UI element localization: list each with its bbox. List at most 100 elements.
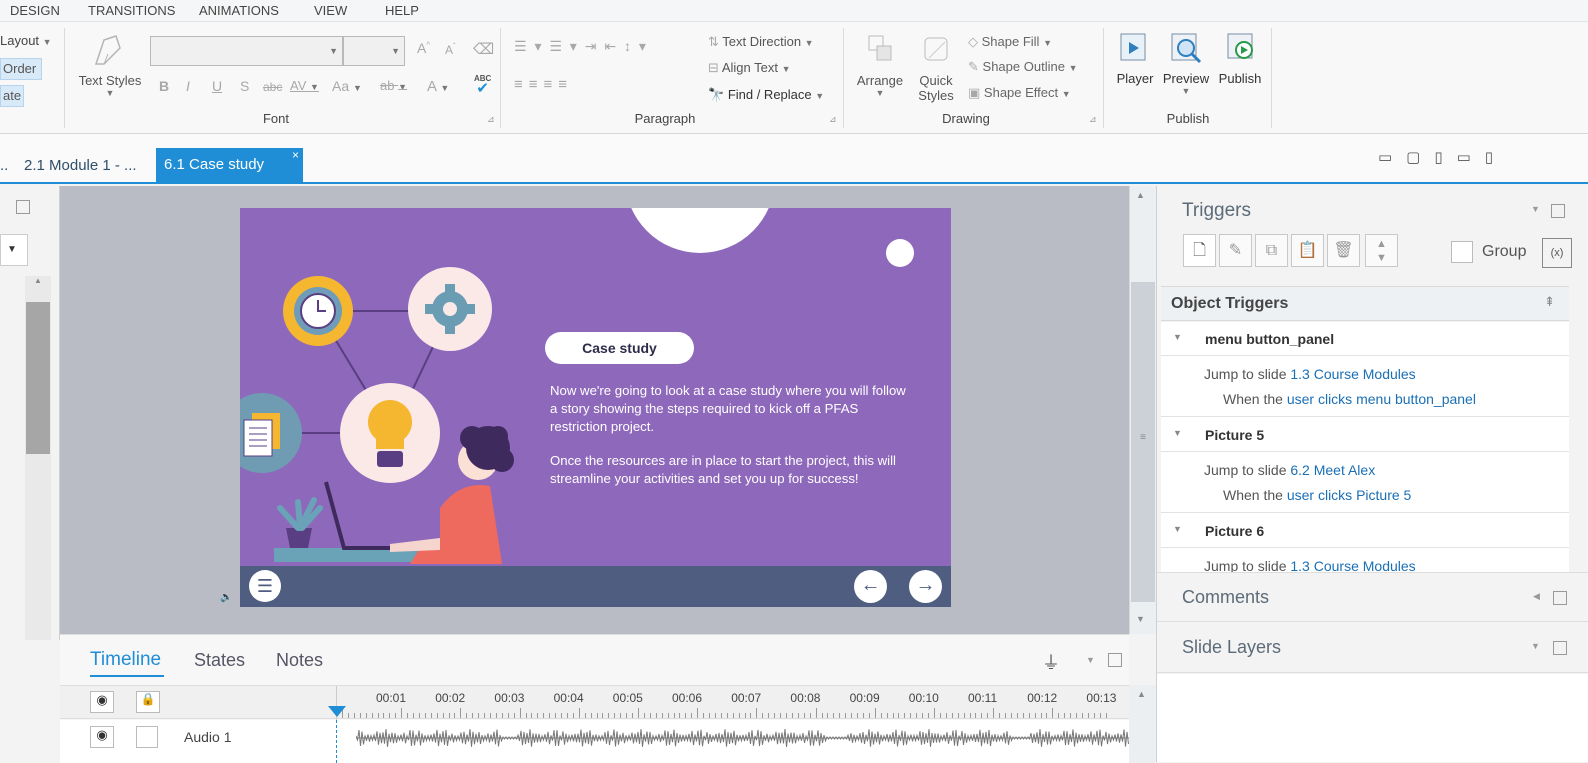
underline-button[interactable]: U — [212, 78, 222, 94]
list-buttons[interactable]: ☰ ▾ ☰ ▾ ⇥ ⇤ ↕ ▾ — [514, 38, 648, 55]
copy-trigger-icon[interactable]: ⧉ — [1255, 234, 1288, 267]
chevron-left-icon[interactable]: ◀ — [1533, 591, 1540, 602]
chevron-down-icon[interactable]: ▼ — [1173, 428, 1182, 438]
object-triggers-header[interactable]: Object Triggers ⇞ — [1161, 286, 1569, 321]
scrollbar[interactable]: ▲ — [25, 276, 51, 640]
tab-notes[interactable]: Notes — [276, 650, 323, 671]
lock-checkbox[interactable] — [136, 726, 158, 748]
menu-animations[interactable]: ANIMATIONS — [199, 3, 279, 18]
trigger-entry[interactable]: Jump to slide 6.2 Meet Alex When the use… — [1161, 453, 1569, 513]
font-family-combo[interactable]: ▼ — [150, 36, 343, 66]
dialog-launcher-icon[interactable]: ⊿ — [487, 114, 495, 125]
collapse-icon[interactable]: ⇞ — [1544, 294, 1555, 310]
menu-list-icon[interactable]: ☰ — [249, 570, 281, 602]
dropdown-arrow-icon[interactable]: ▼ — [1086, 655, 1095, 665]
restore-icon[interactable] — [1553, 591, 1567, 605]
italic-button[interactable]: I — [186, 78, 190, 94]
timeline-scrollbar[interactable]: ▲ — [1129, 685, 1156, 763]
publish-button[interactable]: Publish — [1214, 30, 1266, 86]
font-color-button[interactable]: A ▼ — [427, 78, 449, 95]
tab-overflow[interactable]: .. — [0, 149, 16, 184]
bold-button[interactable]: B — [159, 78, 169, 94]
font-size-combo[interactable]: ▼ — [343, 36, 405, 66]
text-styles-button[interactable]: Text Styles ▼ — [78, 30, 142, 110]
next-arrow-icon[interactable]: → — [909, 570, 942, 603]
dropdown-arrow-icon[interactable]: ▼ — [0, 234, 28, 266]
menu-view[interactable]: VIEW — [314, 3, 347, 18]
timeline-row[interactable]: ◉ Audio 1 — [60, 720, 1130, 763]
delete-trigger-icon[interactable]: 🗑 — [1327, 234, 1360, 267]
layout-button[interactable]: Layout ▼ — [0, 33, 52, 48]
group-checkbox[interactable] — [1451, 241, 1473, 263]
paste-trigger-icon[interactable]: 📋 — [1291, 234, 1324, 267]
restore-icon[interactable] — [1108, 653, 1122, 667]
trigger-group-header[interactable]: ▼ menu button_panel — [1161, 322, 1569, 356]
clear-format-icon[interactable]: ⌫ — [473, 40, 494, 58]
close-icon[interactable]: × — [292, 148, 299, 162]
canvas-scrollbar[interactable]: ▲ ≡ ▼ — [1129, 186, 1156, 634]
preview-button[interactable]: Preview ▼ — [1160, 30, 1212, 96]
tab-timeline[interactable]: Timeline — [90, 649, 161, 671]
device-preview-icons[interactable]: ▭▢▯▭▯ — [1378, 148, 1507, 166]
shape-effect-button[interactable]: ▣ Shape Effect ▼ — [968, 85, 1071, 101]
scroll-thumb[interactable]: ≡ — [1131, 282, 1155, 602]
arrange-button[interactable]: Arrange ▼ — [852, 32, 908, 98]
tab-module-1[interactable]: 2.1 Module 1 - ... — [16, 149, 145, 184]
restore-icon[interactable] — [16, 200, 30, 214]
strikethrough-button[interactable]: abc — [263, 80, 282, 94]
scroll-up-icon[interactable]: ▲ — [25, 276, 51, 292]
menu-design[interactable]: DESIGN — [10, 3, 60, 18]
find-replace-button[interactable]: 🔭 Find / Replace ▼ — [708, 87, 824, 103]
speaker-icon[interactable]: 🔈 — [220, 592, 232, 603]
new-trigger-icon[interactable]: 🗋 — [1183, 234, 1216, 267]
change-case-button[interactable]: Aa ▼ — [332, 78, 362, 94]
order-button[interactable]: Order — [0, 58, 42, 80]
shadow-button[interactable]: S — [240, 78, 249, 94]
scroll-up-icon[interactable]: ▲ — [1137, 689, 1146, 699]
slide-layers-panel-header[interactable]: Slide Layers ▼ — [1157, 623, 1588, 673]
restore-icon[interactable] — [1551, 204, 1565, 218]
dropdown-arrow-icon[interactable]: ▼ — [1531, 204, 1540, 214]
player-button[interactable]: Player — [1112, 30, 1158, 86]
dropdown-arrow-icon[interactable]: ▼ — [1531, 641, 1540, 651]
comments-panel-header[interactable]: Comments ◀ — [1157, 572, 1588, 622]
grow-font-icon[interactable]: A^ — [417, 40, 430, 56]
scroll-up-icon[interactable]: ▲ — [1136, 190, 1145, 200]
chevron-down-icon[interactable]: ▼ — [1173, 332, 1182, 342]
tab-case-study[interactable]: 6.1 Case study × — [156, 148, 303, 184]
align-text-button[interactable]: ⊟ Align Text ▼ — [708, 60, 791, 76]
slide[interactable]: Case study Now we're going to look at a … — [240, 208, 951, 607]
edit-trigger-icon[interactable]: ✎ — [1219, 234, 1252, 267]
playhead[interactable] — [328, 706, 346, 717]
dialog-launcher-icon[interactable]: ⊿ — [829, 114, 837, 125]
eye-icon[interactable]: ◉ — [90, 726, 114, 748]
align-timeline-icon[interactable]: ⏚ — [1042, 649, 1060, 675]
align-buttons[interactable]: ≡≡≡≡ — [514, 76, 573, 93]
menu-help[interactable]: HELP — [385, 3, 419, 18]
slide-link[interactable]: 1.3 Course Modules — [1290, 558, 1415, 572]
tab-states[interactable]: States — [194, 650, 245, 671]
highlight-button[interactable]: ab ▼ — [380, 78, 407, 93]
shape-outline-button[interactable]: ✎ Shape Outline ▼ — [968, 59, 1077, 75]
quick-styles-button[interactable]: Quick Styles — [912, 32, 960, 103]
shape-fill-button[interactable]: ◇ Shape Fill ▼ — [968, 34, 1052, 50]
scroll-thumb[interactable] — [26, 302, 50, 454]
time-ruler[interactable]: 00:01 00:02 00:03 00:04 00:05 00:06 00:07 00:08… — [60, 686, 1129, 720]
spellcheck-button[interactable]: ABC ✔ — [474, 74, 491, 97]
char-spacing-button[interactable]: AV ▼ — [290, 78, 319, 93]
move-trigger-icon[interactable]: ▲ ▼ — [1365, 234, 1398, 267]
trigger-group-header[interactable]: ▼ Picture 5 — [1161, 418, 1569, 452]
variables-icon[interactable]: (x) — [1542, 238, 1572, 268]
prev-arrow-icon[interactable]: ← — [854, 570, 887, 603]
menu-transitions[interactable]: TRANSITIONS — [88, 3, 175, 18]
rotate-button[interactable]: ate — [0, 85, 24, 107]
trigger-group-header[interactable]: ▼ Picture 6 — [1161, 514, 1569, 548]
restore-icon[interactable] — [1553, 641, 1567, 655]
trigger-entry[interactable]: Jump to slide 1.3 Course Modules When th… — [1161, 357, 1569, 417]
dialog-launcher-icon[interactable]: ⊿ — [1089, 114, 1097, 125]
chevron-down-icon[interactable]: ▼ — [1173, 524, 1182, 534]
slide-link[interactable]: 6.2 Meet Alex — [1290, 462, 1375, 478]
trigger-entry[interactable]: Jump to slide 1.3 Course Modules — [1161, 549, 1569, 572]
shrink-font-icon[interactable]: Aˇ — [445, 42, 456, 57]
text-direction-button[interactable]: ⇅ Text Direction ▼ — [708, 34, 814, 50]
